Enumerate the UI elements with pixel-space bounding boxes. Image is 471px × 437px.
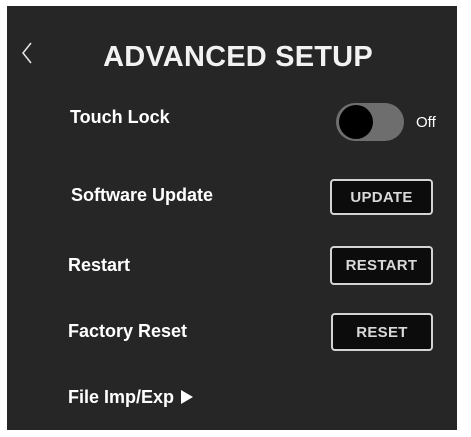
touch-lock-label: Touch Lock xyxy=(70,107,170,127)
reset-button[interactable]: RESET xyxy=(331,313,433,351)
touch-lock-toggle[interactable] xyxy=(336,103,404,141)
restart-button[interactable]: RESTART xyxy=(330,246,433,285)
restart-label: Restart xyxy=(68,255,131,275)
update-button[interactable]: UPDATE xyxy=(330,179,433,215)
software-update-label: Software Update xyxy=(71,185,214,205)
toggle-knob xyxy=(339,105,373,139)
play-arrow-icon xyxy=(181,390,194,404)
file-import-export-label: File Imp/Exp xyxy=(68,387,175,407)
advanced-setup-panel: ADVANCED SETUP Touch Lock Off Software U… xyxy=(7,6,457,430)
page-title: ADVANCED SETUP xyxy=(103,41,373,73)
file-import-export-item[interactable]: File Imp/Exp xyxy=(68,386,194,408)
touch-lock-state: Off xyxy=(416,114,436,131)
factory-reset-label: Factory Reset xyxy=(68,321,188,341)
